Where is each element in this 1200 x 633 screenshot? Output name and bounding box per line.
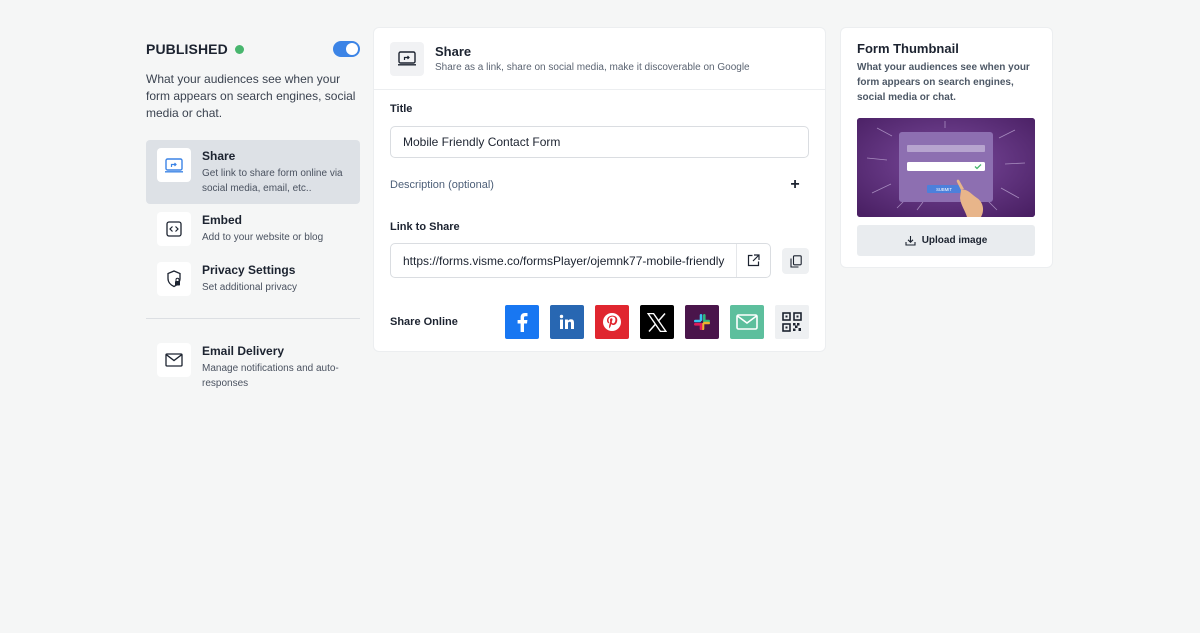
share-online-label: Share Online bbox=[390, 316, 458, 328]
nav-item-email-delivery[interactable]: Email Delivery Manage notifications and … bbox=[146, 335, 360, 399]
x-icon bbox=[647, 312, 667, 332]
title-label: Title bbox=[390, 103, 413, 115]
form-thumbnail-card: Form Thumbnail What your audiences see w… bbox=[840, 27, 1053, 268]
share-card-subtitle: Share as a link, share on social media, … bbox=[435, 62, 750, 73]
share-link-value[interactable]: https://forms.visme.co/formsPlayer/ojemn… bbox=[391, 254, 725, 268]
nav-item-title: Embed bbox=[202, 213, 243, 227]
shield-lock-icon bbox=[157, 262, 191, 296]
nav-item-title: Privacy Settings bbox=[202, 263, 296, 277]
qr-code-icon bbox=[782, 312, 802, 332]
add-description-plus-icon[interactable]: + bbox=[787, 176, 803, 194]
x-share-button[interactable] bbox=[640, 305, 674, 339]
nav-item-subtitle: Set additional privacy bbox=[202, 282, 298, 293]
nav-item-subtitle: Add to your website or blog bbox=[202, 232, 324, 243]
qr-code-button[interactable] bbox=[775, 305, 809, 339]
thumbnail-submit-text: SUBMIT bbox=[936, 187, 952, 192]
share-screen-icon bbox=[390, 41, 424, 76]
facebook-share-button[interactable] bbox=[505, 305, 539, 339]
share-card-title: Share bbox=[435, 44, 472, 59]
nav-item-privacy-settings[interactable]: Privacy Settings Set additional privacy bbox=[146, 254, 360, 304]
copy-icon bbox=[789, 254, 802, 268]
upload-image-button[interactable]: Upload image bbox=[857, 225, 1035, 256]
nav-item-subtitle: Manage notifications and auto-responses bbox=[202, 363, 339, 389]
linkedin-icon bbox=[559, 314, 574, 329]
settings-nav: Share Get link to share form online via … bbox=[146, 140, 360, 399]
description-row[interactable]: Description (optional) + bbox=[390, 176, 809, 194]
pinterest-share-button[interactable] bbox=[595, 305, 629, 339]
nav-item-title: Email Delivery bbox=[202, 344, 285, 358]
status-dot-icon bbox=[234, 44, 244, 54]
copy-link-button[interactable] bbox=[782, 248, 809, 274]
nav-divider bbox=[146, 318, 360, 319]
publish-toggle[interactable] bbox=[333, 41, 360, 57]
download-tray-icon bbox=[905, 236, 916, 246]
share-card: Share Share as a link, share on social m… bbox=[373, 27, 826, 352]
toggle-knob bbox=[346, 43, 358, 55]
link-label: Link to Share bbox=[390, 221, 460, 233]
email-share-button[interactable] bbox=[730, 305, 764, 339]
left-panel: PUBLISHED What your audiences see when y… bbox=[146, 40, 360, 399]
nav-item-title: Share bbox=[202, 149, 236, 163]
linkedin-share-button[interactable] bbox=[550, 305, 584, 339]
slack-icon bbox=[694, 314, 710, 330]
thumbnail-description: What your audiences see when your form a… bbox=[857, 62, 1030, 103]
nav-item-embed[interactable]: Embed Add to your website or blog bbox=[146, 204, 360, 254]
share-screen-icon bbox=[157, 148, 191, 182]
nav-item-subtitle: Get link to share form online via social… bbox=[202, 168, 343, 194]
code-embed-icon bbox=[157, 212, 191, 246]
title-input[interactable]: Mobile Friendly Contact Form bbox=[390, 126, 809, 158]
description-label: Description (optional) bbox=[390, 179, 494, 191]
nav-item-share[interactable]: Share Get link to share form online via … bbox=[146, 140, 360, 204]
external-link-icon bbox=[747, 254, 760, 267]
share-card-header: Share Share as a link, share on social m… bbox=[374, 28, 825, 90]
thumbnail-image: SUBMIT bbox=[857, 118, 1035, 217]
open-link-button[interactable] bbox=[736, 244, 770, 277]
mail-icon bbox=[157, 343, 191, 377]
facebook-icon bbox=[517, 313, 528, 332]
slack-share-button[interactable] bbox=[685, 305, 719, 339]
mail-icon bbox=[736, 314, 758, 330]
publish-status-row: PUBLISHED bbox=[146, 40, 360, 58]
share-link-field[interactable]: https://forms.visme.co/formsPlayer/ojemn… bbox=[390, 243, 771, 278]
upload-image-label: Upload image bbox=[921, 235, 988, 246]
publish-description: What your audiences see when your form a… bbox=[146, 72, 356, 120]
thumbnail-title: Form Thumbnail bbox=[857, 41, 959, 56]
pinterest-icon bbox=[603, 313, 621, 331]
publish-status-label: PUBLISHED bbox=[146, 41, 228, 57]
